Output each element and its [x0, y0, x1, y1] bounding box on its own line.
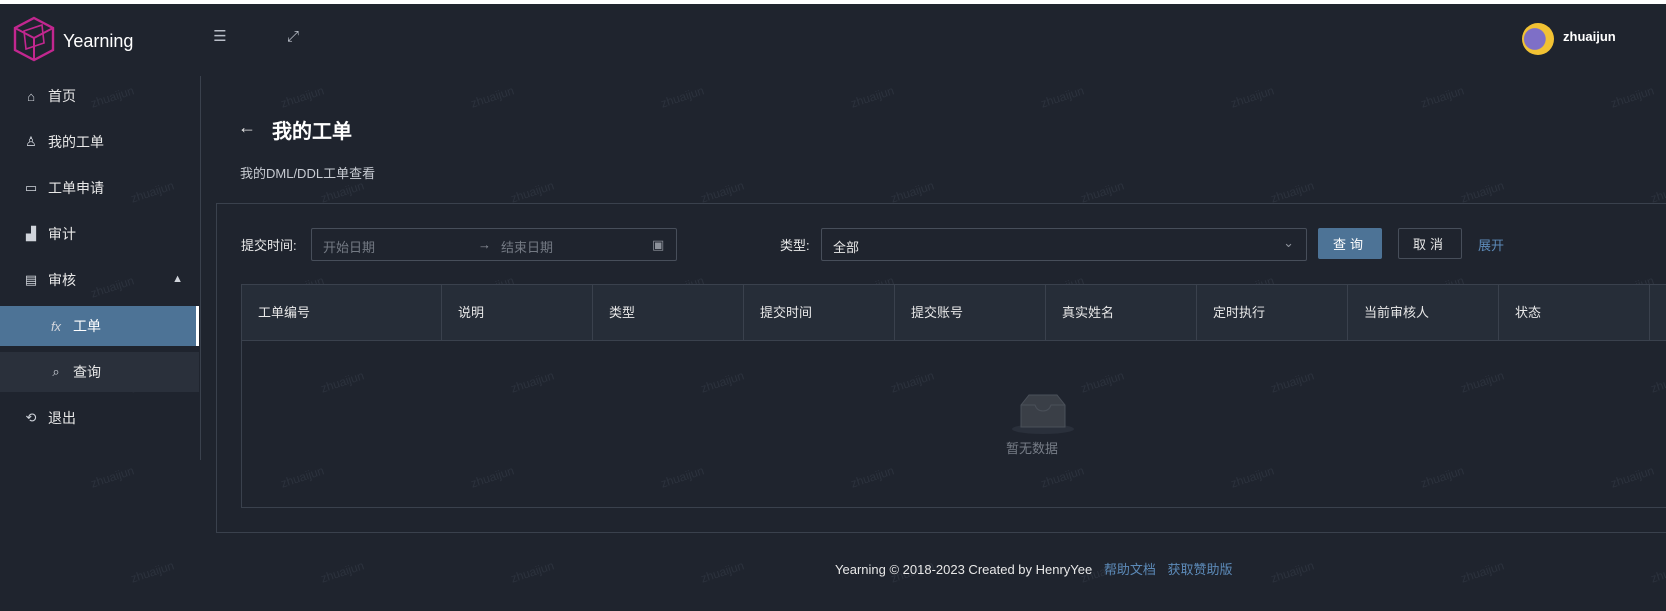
sidebar-item-apply[interactable]: ▭ 工单申请 [0, 168, 199, 208]
watermark-text: zhuaijun [318, 178, 366, 206]
end-date-input[interactable]: 结束日期 [501, 237, 553, 256]
type-label: 类型: [780, 238, 810, 253]
back-arrow-icon[interactable]: ← [238, 117, 256, 138]
footer: Yearning © 2018-2023 Created by HenryYee… [835, 559, 1233, 578]
column-header[interactable]: 当前审核人 [1348, 285, 1499, 340]
date-range-picker[interactable]: 开始日期 → 结束日期 ▣ [311, 228, 677, 261]
column-header[interactable]: 说明 [442, 285, 593, 340]
user-icon: ♙ [25, 134, 37, 149]
sidebar-item-home[interactable]: ⌂ 首页 [0, 76, 199, 116]
watermark-text: zhuaijun [1458, 178, 1506, 206]
audit-icon: ▤ [24, 272, 38, 287]
calendar-icon[interactable]: ▣ [652, 237, 664, 253]
fullscreen-icon[interactable]: ⤢ [283, 26, 303, 46]
watermark-text: zhuaijun [128, 558, 176, 586]
help-docs-link[interactable]: 帮助文档 [1104, 562, 1156, 577]
sidebar-item-label: 工单申请 [48, 180, 104, 196]
sidebar-item-query[interactable]: ⌕ 查询 [0, 352, 199, 392]
menu-fold-icon[interactable]: ☰ [210, 26, 230, 46]
watermark-text: zhuaijun [1458, 558, 1506, 586]
monitor-icon: ▭ [24, 180, 38, 195]
submit-time-label: 提交时间: [241, 238, 297, 253]
sidebar-item-label: 审核 [48, 272, 76, 288]
watermark-text: zhuaijun [698, 558, 746, 586]
watermark-text: zhuaijun [318, 558, 366, 586]
function-icon: fx [50, 318, 62, 334]
watermark-text: zhuaijun [1268, 178, 1316, 206]
avatar[interactable] [1522, 23, 1554, 55]
column-header[interactable]: 工单编号 [242, 285, 442, 340]
footer-copyright: Yearning © 2018-2023 Created by HenryYee [835, 562, 1093, 577]
table-header: 工单编号 说明 类型 提交时间 提交账号 真实姓名 定时执行 当前审核人 状态 … [242, 285, 1666, 341]
watermark-text: zhuaijun [508, 558, 556, 586]
column-header[interactable]: 提交账号 [895, 285, 1046, 340]
watermark-text: zhuaijun [658, 83, 706, 111]
empty-inbox-icon [1012, 394, 1074, 434]
column-header[interactable]: 状态 [1499, 285, 1650, 340]
sidebar-item-orders[interactable]: fx 工单 [0, 306, 199, 346]
home-icon: ⌂ [27, 88, 35, 104]
watermark-text: zhuaijun [1268, 558, 1316, 586]
sidebar-item-my-orders[interactable]: ♙ 我的工单 [0, 122, 199, 162]
chart-icon: ▟ [26, 226, 36, 241]
watermark-text: zhuaijun [698, 178, 746, 206]
sidebar-item-logout[interactable]: ⟲ 退出 [0, 398, 199, 438]
sidebar: ⌂ 首页 ♙ 我的工单 ▭ 工单申请 ▟ 审计 ▤ 审核 ▲ fx 工单 ⌕ 查… [0, 76, 201, 460]
start-date-input[interactable]: 开始日期 [323, 237, 375, 256]
sidebar-item-label: 首页 [48, 88, 76, 104]
watermark-text: zhuaijun [278, 83, 326, 111]
sidebar-item-audit-log[interactable]: ▟ 审计 [0, 214, 199, 254]
sidebar-item-label: 查询 [73, 364, 101, 380]
watermark-text: zhuaijun [1648, 178, 1666, 206]
query-button[interactable]: 查询 [1318, 228, 1382, 259]
brand-name: Yearning [63, 31, 134, 51]
username[interactable]: zhuaijun [1563, 29, 1616, 44]
column-header[interactable]: 真实姓名 [1046, 285, 1197, 340]
type-select-value: 全部 [833, 240, 860, 255]
watermark-text: zhuaijun [1078, 178, 1126, 206]
watermark-text: zhuaijun [1418, 83, 1466, 111]
watermark-text: zhuaijun [1648, 558, 1666, 586]
yearning-logo [13, 16, 55, 62]
page-subtitle: 我的DML/DDL工单查看 [240, 166, 376, 181]
column-header[interactable]: 类型 [593, 285, 744, 340]
watermark-text: zhuaijun [848, 83, 896, 111]
page-title: 我的工单 [272, 121, 352, 143]
sidebar-item-label: 工单 [73, 318, 101, 334]
orders-table: 工单编号 说明 类型 提交时间 提交账号 真实姓名 定时执行 当前审核人 状态 … [241, 284, 1666, 508]
sponsor-link[interactable]: 获取赞助版 [1168, 562, 1233, 577]
watermark-text: zhuaijun [88, 463, 136, 491]
watermark-text: zhuaijun [1038, 83, 1086, 111]
sidebar-item-label: 审计 [48, 226, 76, 242]
watermark-text: zhuaijun [508, 178, 556, 206]
watermark-text: zhuaijun [1228, 83, 1276, 111]
column-header[interactable]: 定时执行 [1197, 285, 1348, 340]
column-header[interactable]: 提交时间 [744, 285, 895, 340]
watermark-text: zhuaijun [888, 178, 936, 206]
column-header[interactable]: 操 [1650, 285, 1666, 340]
sidebar-item-label: 我的工单 [48, 134, 104, 150]
chevron-up-icon: ▲ [172, 273, 183, 285]
window-top-border [0, 0, 1666, 4]
type-select[interactable]: 全部 ⌄ [821, 228, 1307, 261]
watermark-text: zhuaijun [1608, 83, 1656, 111]
cancel-button[interactable]: 取消 [1398, 228, 1462, 259]
expand-link[interactable]: 展开 [1478, 235, 1504, 254]
sidebar-item-review[interactable]: ▤ 审核 ▲ [0, 260, 199, 300]
range-arrow-icon: → [478, 237, 491, 252]
logout-icon: ⟲ [25, 410, 37, 425]
watermark-text: zhuaijun [468, 83, 516, 111]
chevron-down-icon: ⌄ [1283, 235, 1294, 250]
search-icon: ⌕ [52, 364, 60, 379]
sidebar-item-label: 退出 [48, 410, 76, 426]
empty-text: 暂无数据 [1006, 441, 1059, 456]
